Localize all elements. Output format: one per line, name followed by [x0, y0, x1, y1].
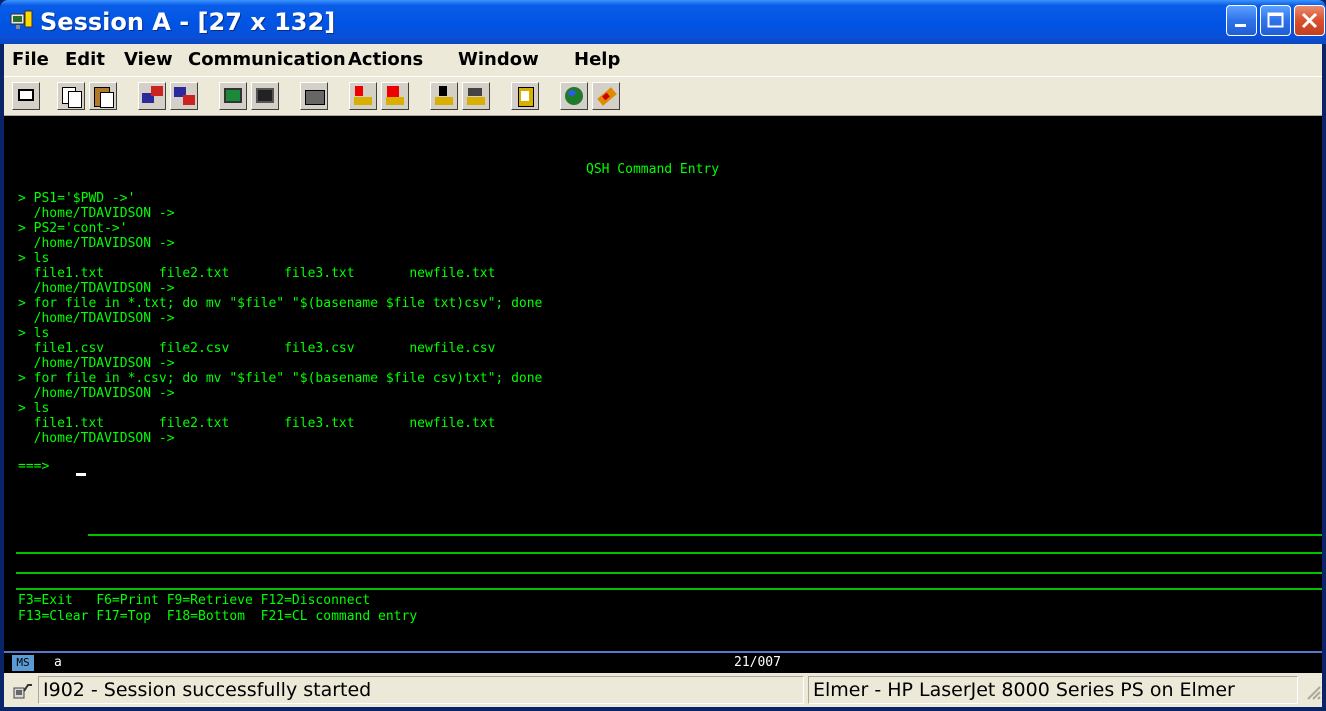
- globe-icon[interactable]: [560, 82, 588, 110]
- resize-grip-icon[interactable]: [1304, 683, 1322, 703]
- emulator-window: Session A - [27 x 132] File Edit View Co…: [0, 0, 1326, 711]
- menu-help[interactable]: Help: [574, 44, 620, 76]
- terminal-line: file1.txt file2.txt file3.txt newfile.tx…: [18, 416, 496, 431]
- title-bar[interactable]: Session A - [27 x 132]: [0, 0, 1326, 44]
- terminal-line: file1.txt file2.txt file3.txt newfile.tx…: [18, 266, 496, 281]
- maximize-button[interactable]: [1260, 5, 1291, 36]
- close-icon: [1301, 12, 1318, 29]
- terminal-line: /home/TDAVIDSON ->: [18, 281, 175, 296]
- operator-info-area: MS a 21/007: [4, 651, 1322, 673]
- menu-file[interactable]: File: [12, 44, 49, 76]
- minimize-button[interactable]: [1226, 5, 1257, 36]
- session-app-icon[interactable]: [10, 10, 34, 32]
- function-keys-line-1: F3=Exit F6=Print F9=Retrieve F12=Disconn…: [18, 593, 371, 608]
- text-cursor: [76, 473, 86, 476]
- command-input[interactable]: [76, 459, 1316, 474]
- terminal-line: > PS1='$PWD ->': [18, 191, 136, 206]
- cursor-position: 21/007: [734, 655, 781, 670]
- menu-window[interactable]: Window: [458, 44, 539, 76]
- stop-macro-icon[interactable]: [381, 82, 409, 110]
- terminal-line: /home/TDAVIDSON ->: [18, 311, 175, 326]
- display-icon[interactable]: [219, 82, 247, 110]
- terminal-line: > ls: [18, 326, 50, 341]
- macro-edit-icon[interactable]: [462, 82, 490, 110]
- send-file-icon[interactable]: [138, 82, 166, 110]
- message-indicator: MS: [12, 655, 34, 671]
- printer-status: Elmer - HP LaserJet 8000 Series PS on El…: [808, 676, 1298, 704]
- window-title: Session A - [27 x 132]: [40, 8, 336, 36]
- terminal-line: /home/TDAVIDSON ->: [18, 236, 175, 251]
- toolbar: [4, 76, 1322, 116]
- print-screen-icon[interactable]: [12, 82, 40, 110]
- input-rule: [16, 552, 1322, 554]
- clipboard-icon[interactable]: [511, 82, 539, 110]
- menu-view[interactable]: View: [124, 44, 173, 76]
- terminal-line: /home/TDAVIDSON ->: [18, 356, 175, 371]
- command-prompt: ===>: [18, 459, 50, 474]
- input-mode: a: [54, 655, 62, 670]
- status-bar: I902 - Session successfully started Elme…: [4, 673, 1322, 707]
- terminal-line: file1.csv file2.csv file3.csv newfile.cs…: [18, 341, 496, 356]
- screen-heading: QSH Command Entry: [586, 162, 720, 177]
- connection-icon: [13, 684, 32, 699]
- receive-file-icon[interactable]: [170, 82, 198, 110]
- terminal-line: > for file in *.csv; do mv "$file" "$(ba…: [18, 371, 543, 386]
- play-macro-icon[interactable]: [430, 82, 458, 110]
- function-keys-line-2: F13=Clear F17=Top F18=Bottom F21=CL comm…: [18, 609, 418, 624]
- keypad-icon[interactable]: [251, 82, 279, 110]
- record-macro-icon[interactable]: [349, 82, 377, 110]
- maximize-icon: [1267, 12, 1284, 28]
- function-key-separator: [16, 588, 1322, 590]
- copy-icon[interactable]: [57, 82, 85, 110]
- terminal-line: /home/TDAVIDSON ->: [18, 431, 175, 446]
- menu-actions[interactable]: Actions: [348, 44, 423, 76]
- minimize-icon: [1235, 24, 1246, 27]
- paste-icon[interactable]: [89, 82, 117, 110]
- menu-bar: File Edit View Communication Actions Win…: [4, 44, 1322, 76]
- terminal-line: > ls: [18, 401, 50, 416]
- menu-communication[interactable]: Communication: [188, 44, 346, 76]
- menu-edit[interactable]: Edit: [65, 44, 105, 76]
- status-message: I902 - Session successfully started: [38, 676, 804, 704]
- terminal-screen[interactable]: QSH Command Entry > PS1='$PWD ->' /home/…: [4, 116, 1322, 651]
- support-icon[interactable]: [592, 82, 620, 110]
- terminal-line: > ls: [18, 251, 50, 266]
- macro-icon[interactable]: [300, 82, 328, 110]
- input-underline: [88, 534, 1322, 536]
- terminal-line: > for file in *.txt; do mv "$file" "$(ba…: [18, 296, 543, 311]
- input-rule: [16, 572, 1322, 574]
- terminal-line: > PS2='cont->': [18, 221, 128, 236]
- terminal-line: /home/TDAVIDSON ->: [18, 386, 175, 401]
- close-button[interactable]: [1294, 5, 1325, 36]
- terminal-line: /home/TDAVIDSON ->: [18, 206, 175, 221]
